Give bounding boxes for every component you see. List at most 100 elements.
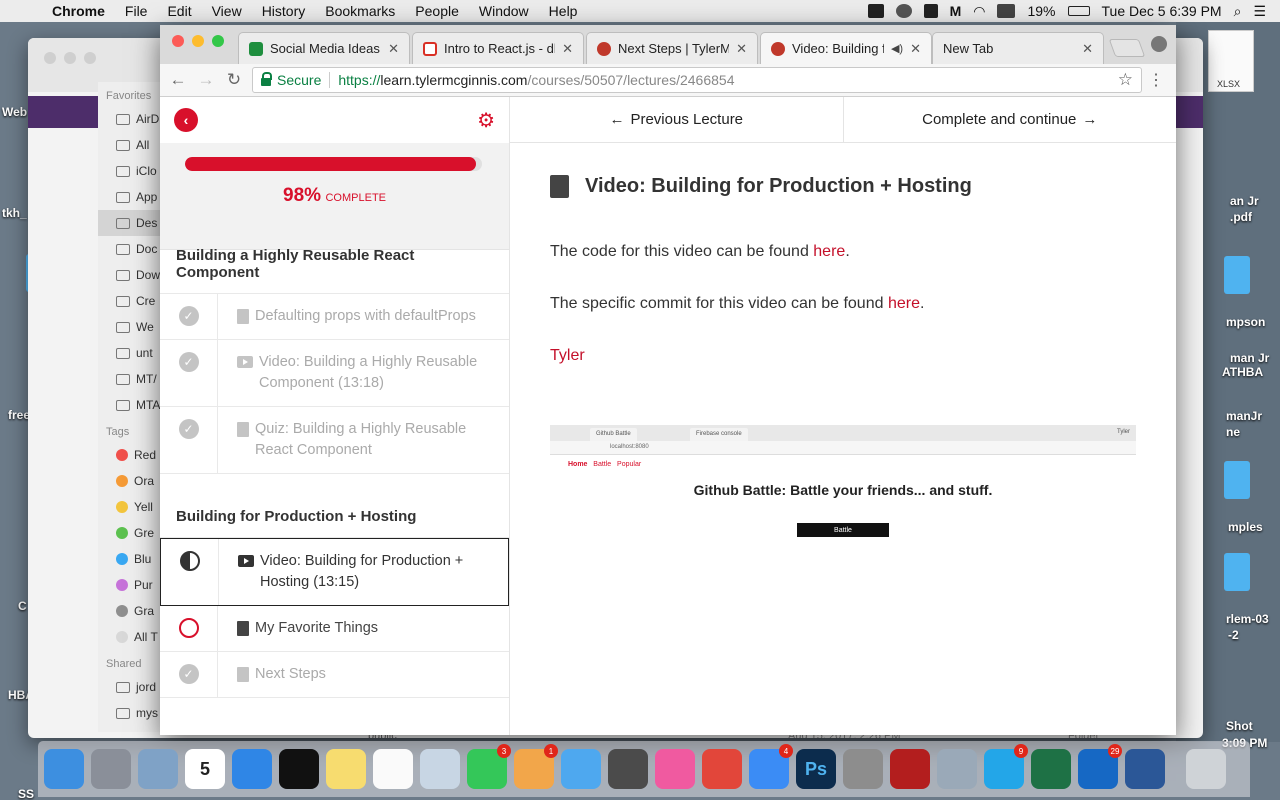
lesson-item[interactable]: ✓ Next Steps <box>160 652 509 698</box>
tidal-icon[interactable] <box>279 749 319 789</box>
safari-icon[interactable] <box>232 749 272 789</box>
profile-icon[interactable] <box>1151 36 1167 52</box>
battery-icon[interactable] <box>1067 6 1090 16</box>
chrome-icon[interactable] <box>702 749 742 789</box>
menu-app-name[interactable]: Chrome <box>38 3 115 19</box>
tab-close-icon[interactable]: ✕ <box>910 41 921 57</box>
desktop-label[interactable]: tkh_ <box>2 206 27 220</box>
tab-video-building[interactable]: Video: Building fo ◀) ✕ <box>760 32 932 64</box>
finder-zoom-button[interactable] <box>84 52 96 64</box>
desktop-label[interactable]: SS <box>18 787 34 800</box>
battery-percent[interactable]: 19% <box>1027 3 1055 19</box>
lesson-item[interactable]: ✓ Defaulting props with defaultProps <box>160 294 509 340</box>
xlsx-file-icon[interactable]: XLSX <box>1208 30 1254 92</box>
desktop-label[interactable]: mples <box>1228 520 1263 534</box>
complete-and-continue-button[interactable]: Complete and continue → <box>842 97 1177 142</box>
menu-people[interactable]: People <box>405 3 469 19</box>
tab-intro-to-react[interactable]: Intro to React.js - dh ✕ <box>412 32 584 64</box>
acrobat-icon[interactable] <box>890 749 930 789</box>
tab-close-icon[interactable]: ✕ <box>1082 41 1093 57</box>
desktop-label[interactable]: free <box>8 408 30 422</box>
outlook-icon[interactable]: 29 <box>1078 744 1122 789</box>
spotlight-icon[interactable]: ⌕ <box>1234 3 1242 20</box>
tab-next-steps[interactable]: Next Steps | TylerMc ✕ <box>586 32 758 64</box>
lesson-item[interactable]: ✓ Video: Building a Highly Reusable Compo… <box>160 340 509 407</box>
status-app-icon[interactable] <box>867 4 884 18</box>
desktop-label[interactable]: Shot <box>1226 719 1253 733</box>
photos-icon[interactable]: 1 <box>514 744 558 789</box>
sublime-text-icon[interactable] <box>608 749 648 789</box>
menu-bookmarks[interactable]: Bookmarks <box>315 3 405 19</box>
itunes-icon[interactable] <box>655 749 695 789</box>
system-preferences-icon[interactable] <box>843 749 883 789</box>
image-capture-icon[interactable] <box>937 749 977 789</box>
finder-icon[interactable] <box>44 749 84 789</box>
zoom-window-button[interactable] <box>212 35 224 47</box>
clock[interactable]: Tue Dec 5 6:39 PM <box>1102 3 1222 19</box>
finder-close-button[interactable] <box>44 52 56 64</box>
tab-social-media-ideas[interactable]: Social Media Ideas - ✕ <box>238 32 410 64</box>
lesson-item[interactable]: My Favorite Things <box>160 606 509 652</box>
close-window-button[interactable] <box>172 35 184 47</box>
folder-icon[interactable] <box>1224 256 1250 294</box>
creative-cloud-icon[interactable] <box>895 4 912 18</box>
malwarebytes-icon[interactable]: M <box>950 3 962 19</box>
calendar-icon[interactable]: 5 <box>185 749 225 789</box>
menu-window[interactable]: Window <box>469 3 539 19</box>
menu-file[interactable]: File <box>115 3 158 19</box>
finder-minimize-button[interactable] <box>64 52 76 64</box>
reminders-icon[interactable] <box>373 749 413 789</box>
spaces-icon[interactable] <box>923 4 938 18</box>
desktop-label[interactable]: Web <box>2 105 27 119</box>
desktop-label[interactable]: rlem-03 <box>1226 612 1269 626</box>
commit-link[interactable]: here <box>888 295 920 312</box>
address-bar[interactable]: Secure https:// learn.tylermcginnis.com … <box>252 67 1142 93</box>
desktop-label[interactable]: manJr <box>1226 409 1262 423</box>
mail-stamp-icon[interactable] <box>138 749 178 789</box>
tab-close-icon[interactable]: ✕ <box>736 41 747 57</box>
facetime-icon[interactable]: 3 <box>467 744 511 789</box>
tab-new-tab[interactable]: New Tab ✕ <box>932 32 1104 64</box>
desktop-label[interactable]: -2 <box>1228 628 1239 642</box>
word-icon[interactable] <box>1125 749 1165 789</box>
trash-icon[interactable] <box>1186 749 1226 789</box>
settings-gear-icon[interactable]: ⚙ <box>477 108 495 133</box>
app-store-icon[interactable]: 4 <box>749 744 793 789</box>
launchpad-icon[interactable] <box>91 749 131 789</box>
desktop-label[interactable]: C <box>18 599 27 613</box>
desktop-label[interactable]: an Jr <box>1230 194 1259 208</box>
excel-icon[interactable] <box>1031 749 1071 789</box>
bookmark-star-icon[interactable]: ☆ <box>1118 70 1133 90</box>
notification-center-icon[interactable]: ☰ <box>1253 3 1266 20</box>
folder-icon[interactable] <box>1224 461 1250 499</box>
video-preview[interactable]: Github Battle Firebase console Tyler loc… <box>550 425 1136 537</box>
desktop-label[interactable]: mpson <box>1226 315 1265 329</box>
menu-history[interactable]: History <box>252 3 316 19</box>
back-arrow-icon[interactable]: ← <box>164 70 192 90</box>
forward-arrow-icon[interactable]: → <box>192 70 220 90</box>
folder-icon[interactable] <box>1224 553 1250 591</box>
messages-icon[interactable] <box>561 749 601 789</box>
audio-playing-icon[interactable]: ◀) <box>891 42 903 55</box>
code-link[interactable]: here <box>813 243 845 260</box>
back-to-course-button[interactable]: ‹ <box>174 108 198 132</box>
tab-close-icon[interactable]: ✕ <box>562 41 573 57</box>
minimize-window-button[interactable] <box>192 35 204 47</box>
wifi-icon[interactable]: ◠ <box>973 3 985 20</box>
reload-icon[interactable]: ↻ <box>220 70 248 90</box>
lesson-item[interactable]: ✓ Quiz: Building a Highly Reusable React … <box>160 407 509 474</box>
desktop-label[interactable]: .pdf <box>1230 210 1252 224</box>
menu-help[interactable]: Help <box>539 3 588 19</box>
previous-lecture-button[interactable]: ← Previous Lecture <box>510 97 843 142</box>
desktop-label[interactable]: man Jr <box>1230 351 1269 365</box>
desktop-label[interactable]: ne <box>1226 425 1240 439</box>
lesson-item[interactable]: Video: Building for Production + Hosting… <box>160 538 509 606</box>
menu-view[interactable]: View <box>202 3 252 19</box>
preview-icon[interactable] <box>420 749 460 789</box>
chrome-menu-icon[interactable]: ⋮ <box>1148 70 1164 90</box>
photoshop-icon[interactable]: Ps <box>796 749 836 789</box>
airplay-icon[interactable] <box>997 4 1016 18</box>
new-tab-button[interactable] <box>1108 39 1146 57</box>
skype-icon[interactable]: 9 <box>984 744 1028 789</box>
tab-close-icon[interactable]: ✕ <box>388 41 399 57</box>
